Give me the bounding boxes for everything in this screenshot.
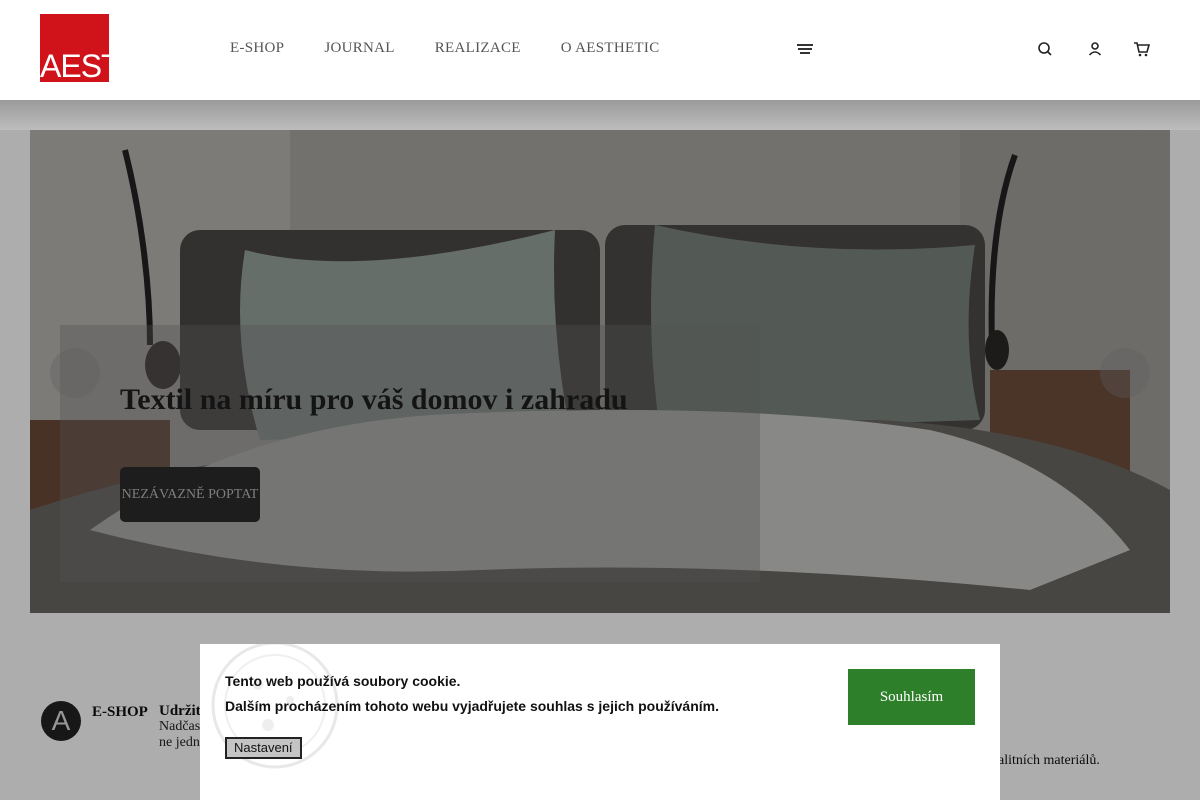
nav-o-aesthetic[interactable]: O AESTHETIC — [561, 40, 660, 57]
logo-text: AEST — [40, 48, 109, 82]
main-nav: E-SHOP JOURNAL REALIZACE O AESTHETIC — [230, 40, 660, 57]
menu-icon[interactable] — [797, 44, 813, 56]
nav-journal[interactable]: JOURNAL — [324, 40, 394, 57]
cookie-banner: Tento web používá soubory cookie. Dalším… — [200, 644, 1000, 800]
cookie-settings-button[interactable]: Nastavení — [225, 737, 302, 759]
cart-icon[interactable] — [1133, 40, 1151, 58]
cookie-consent-text: Dalším procházením tohoto webu vyjadřuje… — [225, 698, 719, 714]
logo[interactable]: AEST — [40, 14, 109, 82]
site-header: AEST E-SHOP JOURNAL REALIZACE O AESTHETI… — [0, 0, 1200, 100]
search-icon[interactable] — [1036, 40, 1054, 58]
user-icon[interactable] — [1086, 40, 1104, 58]
cookie-message: Tento web používá soubory cookie. — [225, 673, 461, 689]
cookie-accept-button[interactable]: Souhlasím — [848, 669, 975, 725]
nav-realizace[interactable]: REALIZACE — [435, 40, 521, 57]
overlay-gradient — [0, 100, 1200, 130]
nav-eshop[interactable]: E-SHOP — [230, 40, 284, 57]
